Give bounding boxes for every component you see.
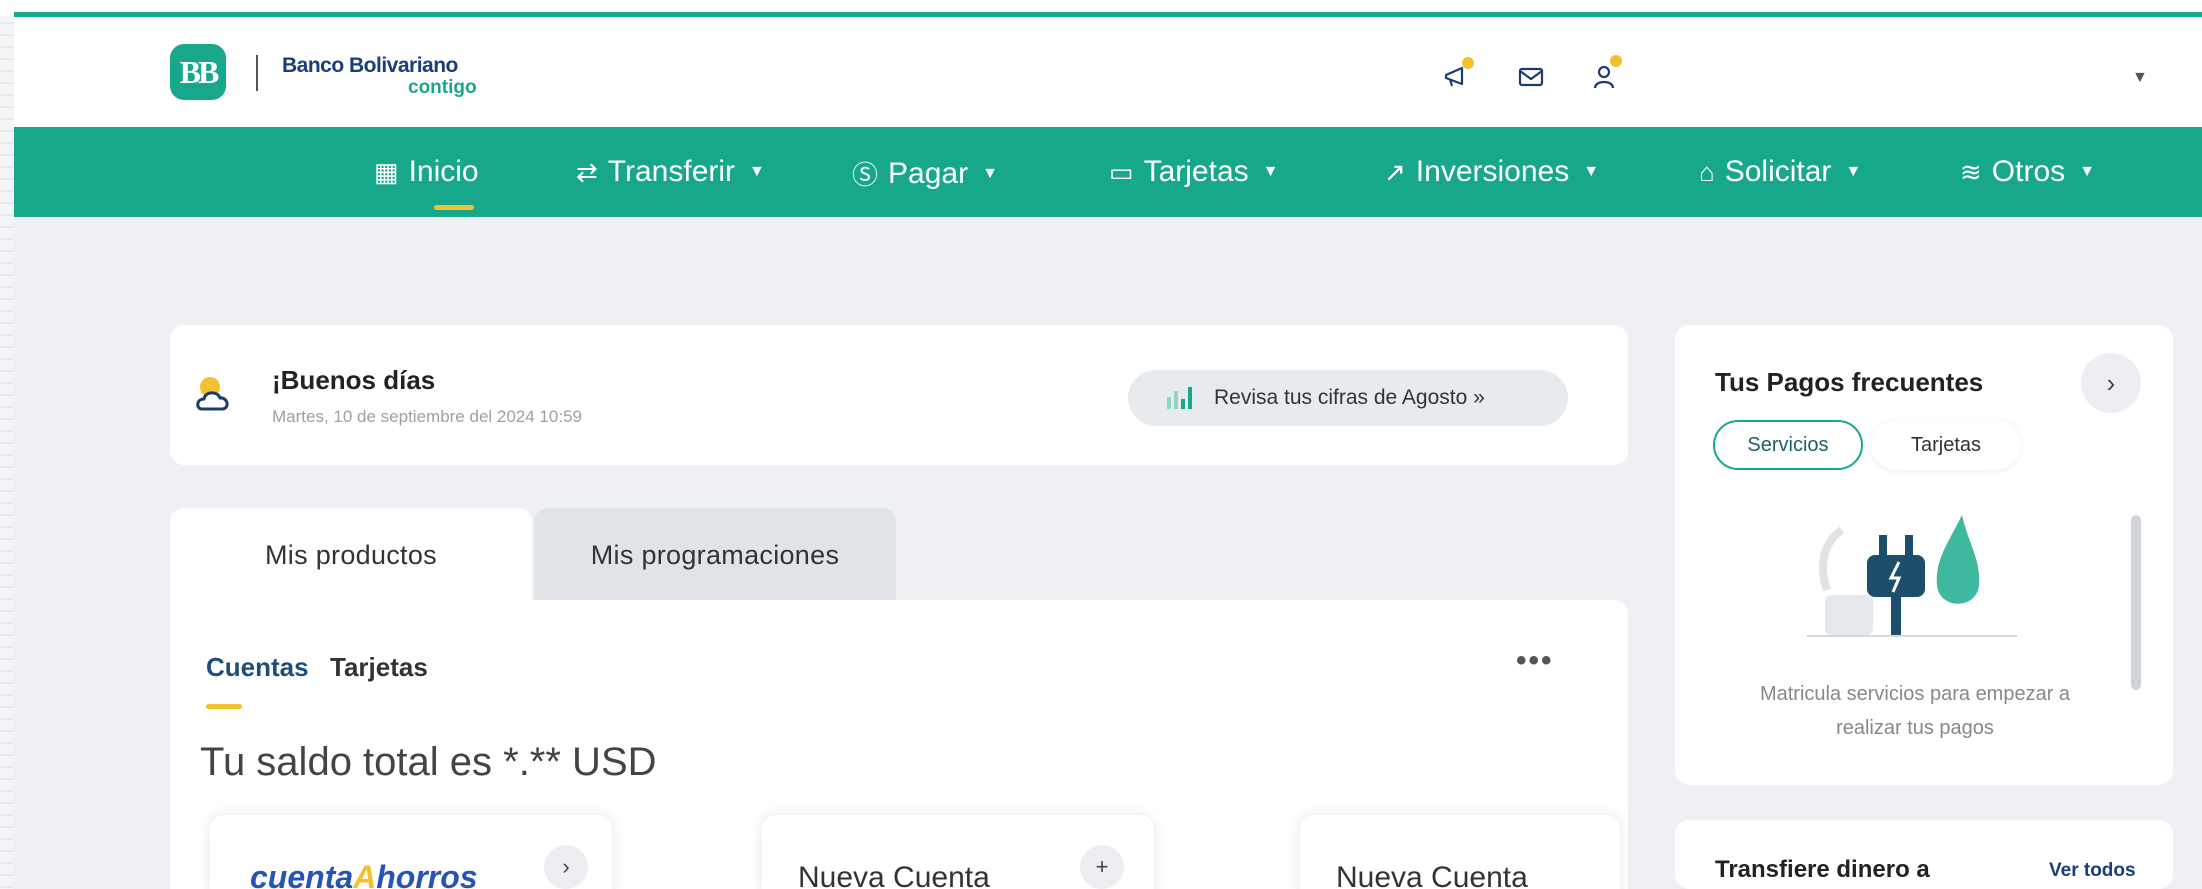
subtab-tarjetas[interactable]: Tarjetas (330, 652, 428, 683)
trend-icon: ↗ (1384, 156, 1406, 187)
nav-pagar[interactable]: Ⓢ Pagar ▼ (852, 155, 998, 192)
nav-inversiones[interactable]: ↗ Inversiones ▼ (1384, 155, 1599, 189)
dollar-icon: Ⓢ (852, 160, 879, 190)
mail-icon[interactable] (1516, 62, 1546, 92)
nav-label: Inicio (408, 155, 479, 188)
brand-tagline: contigo (408, 77, 477, 98)
cuenta-ahorros-logo: cuentaAhorros (250, 859, 478, 889)
nav-solicitar[interactable]: ⌂ Solicitar ▼ (1699, 155, 1861, 189)
transfer-icon: ⇄ (576, 156, 598, 187)
nav-label: Pagar (888, 156, 969, 190)
brand-name: Banco Bolivariano (282, 54, 458, 77)
new-account-card[interactable]: Nueva Cuenta (1300, 815, 1620, 889)
logo-text: BB (179, 53, 220, 90)
chevron-down-icon: ▼ (982, 164, 998, 182)
chevron-down-icon: ▼ (749, 163, 765, 180)
bar-chart-icon (1167, 387, 1192, 409)
new-account-title: Nueva Cuenta (1336, 861, 1528, 889)
scrollbar[interactable] (2131, 515, 2141, 690)
subtab-cuentas[interactable]: Cuentas (206, 652, 309, 683)
logo-a-mark: A (353, 859, 377, 889)
nav-tarjetas[interactable]: ▭ Tarjetas ▼ (1109, 155, 1278, 189)
header: BB Banco Bolivariano contigo ▼ (14, 17, 2202, 127)
user-menu-caret-icon[interactable]: ▼ (2132, 69, 2148, 87)
new-account-title: Nueva Cuenta (798, 861, 990, 889)
bank-icon: ⌂ (1699, 156, 1715, 187)
greeting-date: Martes, 10 de septiembre del 2024 10:59 (272, 407, 582, 426)
nav-label: Tarjetas (1143, 155, 1249, 188)
greeting-title: ¡Buenos días (272, 365, 436, 395)
logo-part: cuenta (250, 859, 354, 889)
greeting-card: ¡Buenos días Martes, 10 de septiembre de… (170, 325, 1628, 465)
notification-dot (1462, 57, 1474, 69)
frequent-payments-title: Tus Pagos frecuentes (1715, 367, 1984, 397)
account-card[interactable]: cuentaAhorros › (210, 815, 612, 889)
logo-part: horros (376, 859, 478, 889)
logo-divider (256, 55, 258, 91)
chevron-down-icon: ▼ (1583, 163, 1600, 180)
products-panel: Cuentas Tarjetas ••• Tu saldo total es *… (170, 600, 1628, 889)
view-all-link[interactable]: Ver todos (2049, 860, 2136, 882)
nav-inicio[interactable]: ▦ Inicio (374, 155, 479, 189)
subtab-active-indicator (206, 704, 242, 709)
main-nav: ▦ Inicio ⇄ Transferir ▼ Ⓢ Pagar ▼ ▭ Tarj… (14, 127, 2202, 217)
nav-label: Solicitar (1724, 155, 1832, 188)
chip-servicios[interactable]: Servicios (1713, 420, 1863, 470)
tab-mis-programaciones[interactable]: Mis programaciones (534, 508, 896, 603)
nav-transferir[interactable]: ⇄ Transferir ▼ (576, 155, 765, 189)
transfer-title: Transfiere dinero a (1715, 856, 1930, 883)
nav-label: Transferir (607, 155, 736, 188)
frequent-payments-card: Tus Pagos frecuentes › Servicios Tarjeta… (1675, 325, 2173, 785)
transfer-card: Transfiere dinero a Ver todos (1675, 820, 2173, 889)
nav-label: Inversiones (1415, 155, 1570, 188)
chevron-down-icon: ▼ (1845, 163, 1862, 180)
weather-icon (192, 371, 238, 417)
layers-icon: ≋ (1960, 156, 1982, 187)
add-icon[interactable]: + (1080, 845, 1124, 889)
nav-label: Otros (1991, 155, 2066, 188)
frequent-payments-message: Matricula servicios para empezar a reali… (1759, 683, 2071, 739)
nav-otros[interactable]: ≋ Otros ▼ (1960, 155, 2095, 189)
chevron-down-icon: ▼ (1262, 163, 1279, 180)
total-balance: Tu saldo total es *.** USD (200, 740, 657, 784)
services-illustration (1787, 500, 2037, 645)
chevron-right-icon[interactable]: › (544, 845, 588, 889)
page-edge (0, 0, 14, 889)
notification-dot (1610, 55, 1622, 67)
monthly-stats-button[interactable]: Revisa tus cifras de Agosto » (1128, 370, 1568, 426)
more-options-icon[interactable]: ••• (1516, 644, 1554, 678)
new-account-card[interactable]: Nueva Cuenta + (762, 815, 1154, 889)
chevron-down-icon: ▼ (2079, 163, 2095, 180)
chevron-right-icon[interactable]: › (2081, 353, 2141, 413)
tab-mis-productos[interactable]: Mis productos (170, 508, 532, 603)
card-icon: ▭ (1109, 156, 1134, 187)
monthly-stats-label: Revisa tus cifras de Agosto » (1214, 386, 1485, 409)
nav-active-indicator (434, 205, 474, 210)
chip-tarjetas[interactable]: Tarjetas (1871, 420, 2021, 470)
dashboard-icon: ▦ (374, 156, 399, 187)
bank-logo[interactable]: BB (170, 44, 226, 100)
